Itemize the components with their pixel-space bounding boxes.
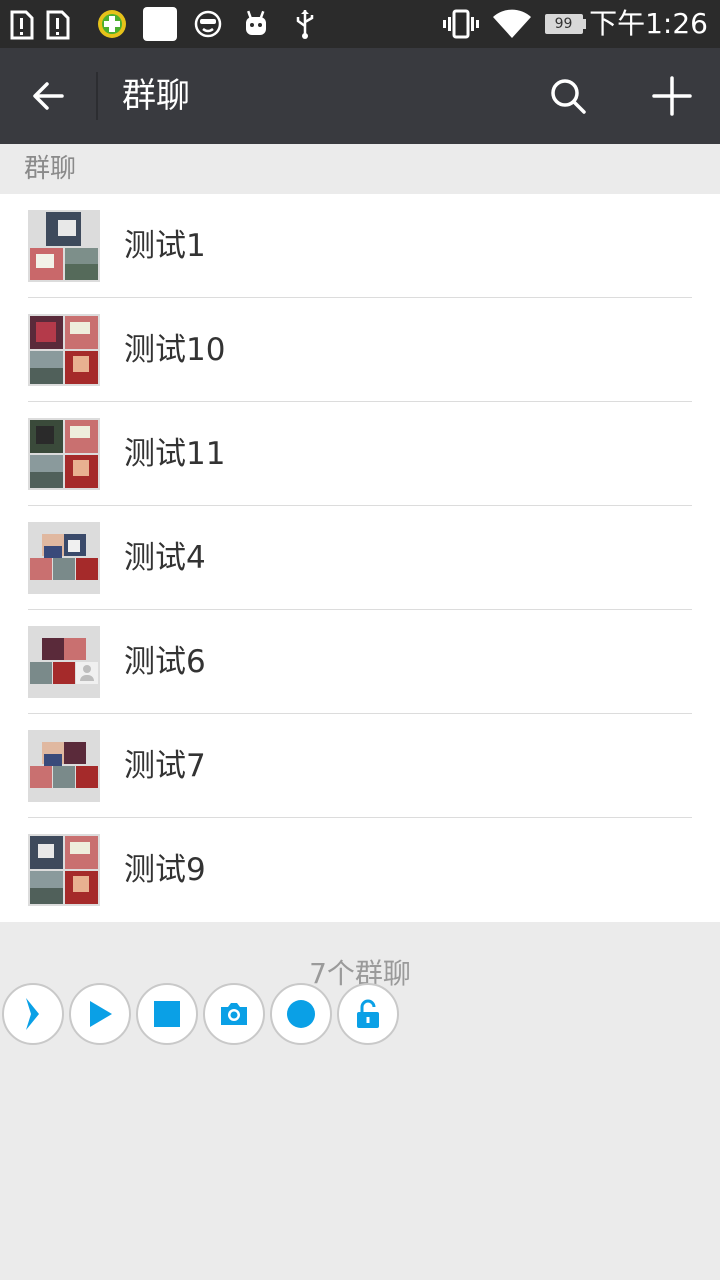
record-icon bbox=[287, 1000, 315, 1028]
group-avatar bbox=[28, 834, 100, 906]
app-bar-divider bbox=[96, 72, 98, 120]
section-label: 群聊 bbox=[24, 154, 77, 184]
face-icon bbox=[192, 0, 224, 48]
sim-alert-icon bbox=[8, 0, 36, 48]
wifi-icon bbox=[490, 0, 534, 48]
group-avatar bbox=[28, 522, 100, 594]
search-icon bbox=[551, 79, 586, 114]
group-name: 测试9 bbox=[124, 852, 206, 888]
app-bar: 群聊 bbox=[0, 48, 720, 144]
expand-button[interactable] bbox=[2, 983, 64, 1045]
group-name: 测试1 bbox=[124, 228, 206, 264]
group-avatar bbox=[28, 314, 100, 386]
page-title: 群聊 bbox=[122, 76, 190, 116]
group-name: 测试11 bbox=[124, 436, 226, 472]
unlock-icon bbox=[357, 999, 379, 1028]
group-avatar bbox=[28, 210, 100, 282]
group-name: 测试7 bbox=[124, 748, 206, 784]
group-avatar bbox=[28, 730, 100, 802]
floating-toolbar bbox=[0, 983, 420, 1049]
play-icon bbox=[90, 1001, 112, 1027]
add-button[interactable] bbox=[642, 66, 702, 126]
group-row[interactable]: 测试1 bbox=[0, 194, 720, 298]
sim-alert-icon bbox=[44, 0, 72, 48]
status-bar: 99 下午1:26 bbox=[0, 0, 720, 48]
group-row[interactable]: 测试9 bbox=[0, 818, 720, 922]
plus-icon bbox=[652, 76, 692, 116]
blank-notification-icon bbox=[142, 0, 178, 48]
camera-icon bbox=[221, 1003, 247, 1025]
back-button[interactable] bbox=[18, 66, 78, 126]
chevron-right-icon bbox=[26, 998, 39, 1030]
360-security-icon bbox=[96, 0, 128, 48]
group-row[interactable]: 测试10 bbox=[0, 298, 720, 402]
group-avatar bbox=[28, 626, 100, 698]
group-row[interactable]: 测试7 bbox=[0, 714, 720, 818]
group-row[interactable]: 测试6 bbox=[0, 610, 720, 714]
group-avatar bbox=[28, 418, 100, 490]
android-icon bbox=[240, 0, 272, 48]
group-row[interactable]: 测试11 bbox=[0, 402, 720, 506]
status-time: 下午1:26 bbox=[589, 7, 708, 40]
vibrate-icon bbox=[442, 0, 480, 48]
battery-icon: 99 bbox=[544, 0, 586, 48]
record-button[interactable] bbox=[270, 983, 332, 1045]
group-row[interactable]: 测试4 bbox=[0, 506, 720, 610]
group-name: 测试4 bbox=[124, 540, 206, 576]
battery-level: 99 bbox=[554, 16, 573, 32]
group-name: 测试6 bbox=[124, 644, 206, 680]
section-header: 群聊 bbox=[0, 144, 720, 194]
group-list: 测试1 测试10 测试11 测试4 测试6 测试7 测试9 bbox=[0, 194, 720, 922]
unlock-button[interactable] bbox=[337, 983, 399, 1045]
play-button[interactable] bbox=[69, 983, 131, 1045]
arrow-left-icon bbox=[33, 82, 64, 110]
group-name: 测试10 bbox=[124, 332, 226, 368]
usb-icon bbox=[290, 0, 320, 48]
search-button[interactable] bbox=[538, 66, 598, 126]
stop-button[interactable] bbox=[136, 983, 198, 1045]
screenshot-button[interactable] bbox=[203, 983, 265, 1045]
stop-icon bbox=[154, 1001, 180, 1027]
